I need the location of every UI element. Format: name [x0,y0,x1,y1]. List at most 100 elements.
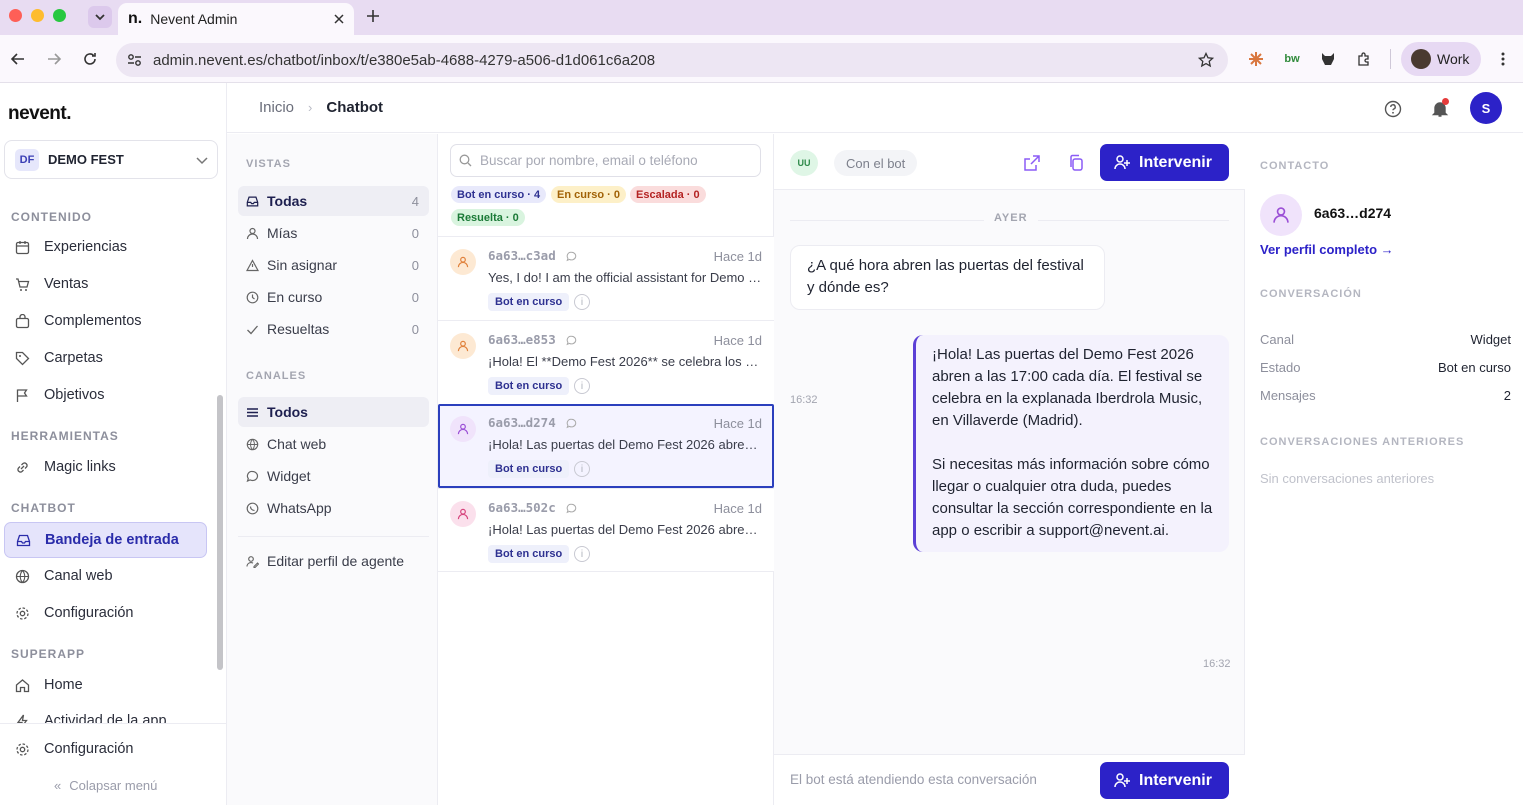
external-link-icon[interactable] [1023,154,1041,172]
sidebar-item-settings[interactable]: Configuración [4,732,207,766]
intervene-button-footer[interactable]: Intervenir [1100,762,1229,799]
channel-web-chat[interactable]: Chat web [238,429,429,459]
view-count: 0 [411,321,419,337]
channel-whatsapp[interactable]: WhatsApp [238,493,429,523]
divider [238,536,429,537]
new-tab-icon[interactable] [366,9,380,23]
chat-footer: El bot está atendiendo esta conversación… [774,754,1245,805]
globe-icon [246,438,259,450]
sidebar-scrollbar[interactable] [217,395,223,670]
pill-resolved[interactable]: Resuelta · 0 [451,209,525,226]
extension-claude-button[interactable] [1246,49,1266,69]
view-full-profile-link[interactable]: Ver perfil completo → [1260,242,1394,257]
link-icon [17,461,28,473]
forward-button[interactable] [44,49,64,69]
conversation-item[interactable]: 6a63…502c Hace 1d ¡Hola! Las puertas del… [438,488,774,572]
user-plus-icon [1114,155,1130,170]
extension-bw-button[interactable]: bw [1282,49,1302,69]
view-unassigned[interactable]: Sin asignar 0 [238,250,429,280]
sidebar-footer: Configuración « Colapsar menú [0,723,226,805]
channel-all[interactable]: Todos [238,397,429,427]
info-icon[interactable]: i [574,461,590,477]
intervene-button[interactable]: Intervenir [1100,144,1229,181]
status-badge: Bot en curso [488,460,570,478]
org-selector[interactable]: DF DEMO FEST [4,140,218,179]
arrow-right-icon [48,53,62,65]
pill-in-progress[interactable]: En curso · 0 [551,186,626,203]
conversation-id: 6a63…d274 [488,415,556,430]
sidebar-item-experiences[interactable]: Experiencias [4,230,207,264]
warning-icon [246,258,259,271]
search-input[interactable]: Buscar por nombre, email o teléfono [450,144,761,177]
sidebar-item-inbox[interactable]: Bandeja de entrada [4,522,207,558]
extension-wolf-button[interactable] [1318,49,1338,69]
close-window-button[interactable] [9,9,22,22]
edit-agent-profile-link[interactable]: Editar perfil de agente [238,546,429,576]
site-settings-icon[interactable] [127,53,142,67]
bookmark-star-icon[interactable] [1198,52,1214,68]
favicon-icon: n. [128,10,143,27]
view-resolved[interactable]: Resueltas 0 [238,314,429,344]
channels-title: CANALES [246,370,307,382]
sidebar-item-home[interactable]: Home [4,668,207,702]
calendar-icon [15,240,30,254]
reload-icon [84,53,96,65]
user-icon [1273,207,1289,223]
sidebar-item-goals[interactable]: Objetivos [4,378,207,412]
pill-escalated[interactable]: Escalada · 0 [630,186,706,203]
profile-avatar [1411,49,1431,69]
reload-button[interactable] [80,49,100,69]
pill-bot-in-progress[interactable]: Bot en curso · 4 [451,186,547,203]
help-icon[interactable] [1384,100,1402,118]
close-tab-icon[interactable] [334,14,344,24]
copy-icon[interactable] [1068,154,1084,172]
info-icon[interactable]: i [574,546,590,562]
breadcrumb-home[interactable]: Inicio [259,99,294,116]
info-icon[interactable]: i [574,294,590,310]
tag-icon [15,351,30,365]
view-label: Mías [267,225,298,241]
view-all[interactable]: Todas 4 [238,186,429,216]
maximize-window-button[interactable] [53,9,66,22]
profile-button[interactable]: Work [1401,42,1481,76]
channel-widget[interactable]: Widget [238,461,429,491]
extensions-button[interactable] [1354,49,1374,69]
search-placeholder: Buscar por nombre, email o teléfono [480,153,698,168]
clock-icon [246,291,259,303]
sidebar-item-magic-links[interactable]: Magic links [4,450,207,484]
sidebar-item-label: Bandeja de entrada [45,532,179,548]
view-mine[interactable]: Mías 0 [238,218,429,248]
top-header: Inicio › Chatbot S [227,83,1523,133]
view-in-progress[interactable]: En curso 0 [238,282,429,312]
nevent-logo[interactable]: nevent. [8,103,72,125]
sidebar-item-sales[interactable]: Ventas [4,267,207,301]
bw-icon: bw [1284,53,1300,65]
notifications-button[interactable] [1431,98,1449,118]
conversation-item-selected[interactable]: 6a63…d274 Hace 1d ¡Hola! Las puertas del… [438,404,774,488]
browser-tab[interactable]: n. Nevent Admin [118,3,354,35]
sidebar-item-web-channel[interactable]: Canal web [4,559,207,593]
sidebar-item-complements[interactable]: Complementos [4,304,207,338]
user-avatar[interactable]: S [1470,92,1502,124]
sidebar-item-label: Ventas [44,276,89,292]
collapse-menu-button[interactable]: « Colapsar menú [54,778,157,793]
conversation-id: 6a63…e853 [488,332,556,347]
detail-label: Estado [1260,360,1301,375]
chat-contact-avatar: UU [790,150,818,176]
address-bar[interactable]: admin.nevent.es/chatbot/inbox/t/e380e5ab… [116,43,1228,77]
info-icon[interactable]: i [574,378,590,394]
user-edit-icon [246,555,259,568]
browser-menu-button[interactable] [1493,49,1513,69]
view-count: 0 [411,289,419,305]
minimize-window-button[interactable] [31,9,44,22]
check-icon [247,325,258,334]
tab-search-button[interactable] [88,6,112,28]
conversation-preview: ¡Hola! El **Demo Fest 2026** se celebra … [488,354,762,369]
sidebar-item-folders[interactable]: Carpetas [4,341,207,375]
sidebar-item-chatbot-config[interactable]: Configuración [4,596,207,630]
user-message-text: ¿A qué hora abren las puertas del festiv… [807,257,1084,296]
conversation-item[interactable]: 6a63…c3ad Hace 1d Yes, I do! I am the of… [438,236,774,320]
conversation-item[interactable]: 6a63…e853 Hace 1d ¡Hola! El **Demo Fest … [438,320,774,404]
back-button[interactable] [8,49,28,69]
app-root: nevent. DF DEMO FEST CONTENIDO Experienc… [0,83,1523,805]
